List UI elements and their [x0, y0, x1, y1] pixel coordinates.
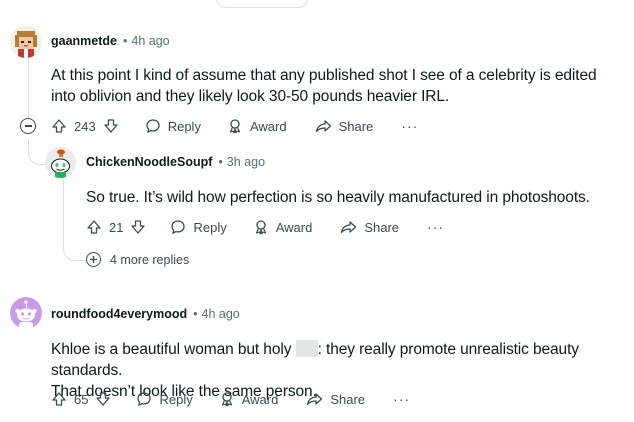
award-button[interactable]: Award: [253, 219, 313, 235]
downvote-icon[interactable]: [130, 219, 146, 235]
more-options-button[interactable]: ···: [401, 118, 418, 134]
vote-group: 21: [86, 219, 146, 235]
comment-body-part: Khloe is a beautiful woman but holy: [51, 341, 292, 358]
collapse-thread-button[interactable]: [20, 118, 36, 134]
comment-body: At this point I kind of assume that any …: [51, 67, 597, 105]
comment-bubble-icon: [171, 220, 186, 235]
vote-group: 65: [51, 391, 111, 407]
comment-body: So true. It’s wild how perfection is so …: [86, 189, 590, 206]
comment-actions: 21 Reply Award Share ···: [86, 215, 444, 239]
avatar-image: [10, 26, 42, 58]
timestamp: • 3h ago: [218, 155, 266, 169]
comment-header: ChickenNoodleSoupf • 3h ago: [86, 155, 265, 169]
more-options-button[interactable]: ···: [393, 391, 410, 407]
avatar[interactable]: [10, 297, 42, 329]
username[interactable]: gaanmetde: [51, 34, 117, 48]
award-button[interactable]: Award: [227, 118, 287, 134]
award-icon: [255, 220, 266, 235]
reply-button[interactable]: Reply: [136, 391, 193, 407]
avatar[interactable]: [10, 26, 42, 58]
more-replies-button[interactable]: 4 more replies: [86, 252, 189, 267]
snoo-avatar-image: [45, 147, 76, 178]
more-options-button[interactable]: ···: [427, 219, 444, 235]
minus-icon: [24, 125, 32, 127]
share-label: Share: [364, 219, 400, 235]
reply-label: Reply: [193, 219, 227, 235]
award-label: Award: [249, 118, 287, 134]
share-icon: [315, 120, 331, 133]
vote-count: 243: [74, 118, 96, 134]
avatar[interactable]: [45, 147, 76, 178]
more-replies-connector: [63, 180, 86, 261]
comment-actions: 243 Reply Award Share ···: [51, 114, 418, 138]
share-icon: [307, 393, 323, 406]
share-button[interactable]: Share: [340, 219, 399, 235]
comment-header: roundfood4everymood • 4h ago: [51, 307, 240, 321]
share-button[interactable]: Share: [315, 118, 374, 134]
comment-bubble-icon: [137, 392, 152, 407]
award-icon: [229, 119, 241, 134]
share-icon: [341, 221, 357, 234]
downvote-icon[interactable]: [103, 118, 119, 134]
plus-icon: [86, 252, 101, 267]
downvote-icon[interactable]: [95, 391, 111, 407]
award-label: Award: [241, 391, 279, 407]
reply-label: Reply: [159, 391, 193, 407]
reply-label: Reply: [167, 118, 201, 134]
upvote-icon[interactable]: [51, 391, 67, 407]
comment-header: gaanmetde • 4h ago: [51, 34, 170, 48]
award-icon: [221, 392, 232, 407]
comment-bubble-icon: [146, 119, 160, 134]
upvote-icon[interactable]: [51, 118, 67, 134]
share-label: Share: [338, 118, 374, 134]
vote-group: 243: [51, 118, 119, 134]
award-label: Award: [275, 219, 313, 235]
redacted-word: [295, 340, 318, 357]
vote-count: 65: [74, 391, 89, 407]
reply-button[interactable]: Reply: [145, 118, 201, 134]
share-label: Share: [330, 391, 366, 407]
more-replies-label: 4 more replies: [110, 252, 190, 267]
timestamp: • 4h ago: [193, 307, 240, 321]
comment-thread: gaanmetde • 4h ago At this point I kind o…: [0, 0, 634, 422]
reply-button[interactable]: Reply: [170, 219, 227, 235]
username[interactable]: roundfood4everymood: [51, 307, 187, 321]
comment-actions: 65 Reply Award Share ···: [51, 387, 410, 411]
share-button[interactable]: Share: [306, 391, 365, 407]
vote-count: 21: [109, 219, 124, 235]
upvote-icon[interactable]: [86, 219, 102, 235]
timestamp: • 4h ago: [123, 34, 170, 48]
thread-line: [28, 56, 29, 118]
default-snoo-avatar-image: [10, 297, 42, 329]
award-button[interactable]: Award: [219, 391, 279, 407]
previous-element-edge: [216, 0, 308, 8]
username[interactable]: ChickenNoodleSoupf: [86, 155, 212, 169]
